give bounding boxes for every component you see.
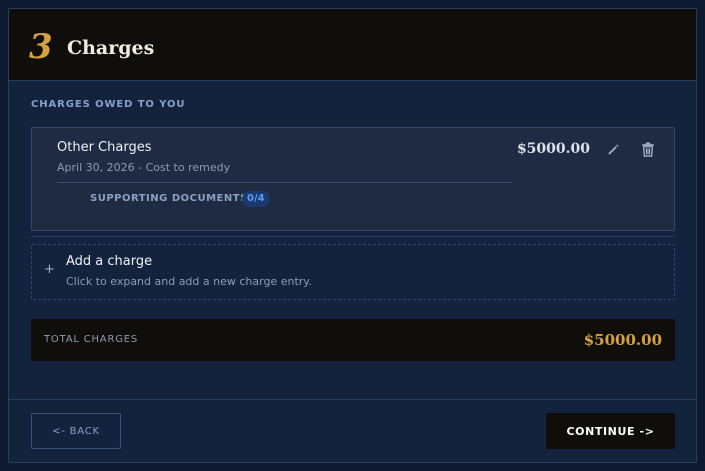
delete-charge-button[interactable]: [638, 139, 658, 159]
card-divider: [57, 182, 513, 183]
add-charge-button[interactable]: + Add a charge Click to expand and add a…: [31, 244, 675, 300]
section-label: CHARGES OWED TO YOU: [31, 99, 186, 110]
charges-panel: 3 Charges CHARGES OWED TO YOU Other Char…: [8, 8, 697, 463]
footer-divider: [9, 399, 696, 400]
charge-card: Other Charges April 30, 2026 - Cost to r…: [31, 127, 675, 231]
back-button[interactable]: <- BACK: [31, 413, 121, 449]
total-charges-bar: TOTAL CHARGES $5000.00: [31, 319, 675, 361]
add-charge-subtitle: Click to expand and add a new charge ent…: [66, 275, 312, 288]
charge-name: Other Charges: [57, 140, 152, 155]
supporting-documents-label: SUPPORTING DOCUMENTS: [90, 193, 248, 204]
add-charge-title: Add a charge: [66, 254, 153, 269]
edit-charge-button[interactable]: [603, 139, 623, 159]
step-number: 3: [29, 27, 53, 67]
documents-count-badge: 0/4: [242, 191, 270, 207]
charges-list-divider: [31, 236, 675, 237]
page-title: Charges: [67, 37, 155, 59]
step-header: 3 Charges: [9, 9, 696, 81]
pencil-icon: [608, 144, 618, 154]
total-charges-amount: $5000.00: [583, 331, 662, 349]
charge-amount: $5000.00: [516, 141, 590, 157]
total-charges-label: TOTAL CHARGES: [44, 334, 139, 345]
charge-meta: April 30, 2026 - Cost to remedy: [57, 161, 231, 174]
trash-icon: [642, 142, 654, 157]
continue-button[interactable]: CONTINUE ->: [546, 413, 675, 449]
plus-icon: +: [44, 262, 55, 277]
